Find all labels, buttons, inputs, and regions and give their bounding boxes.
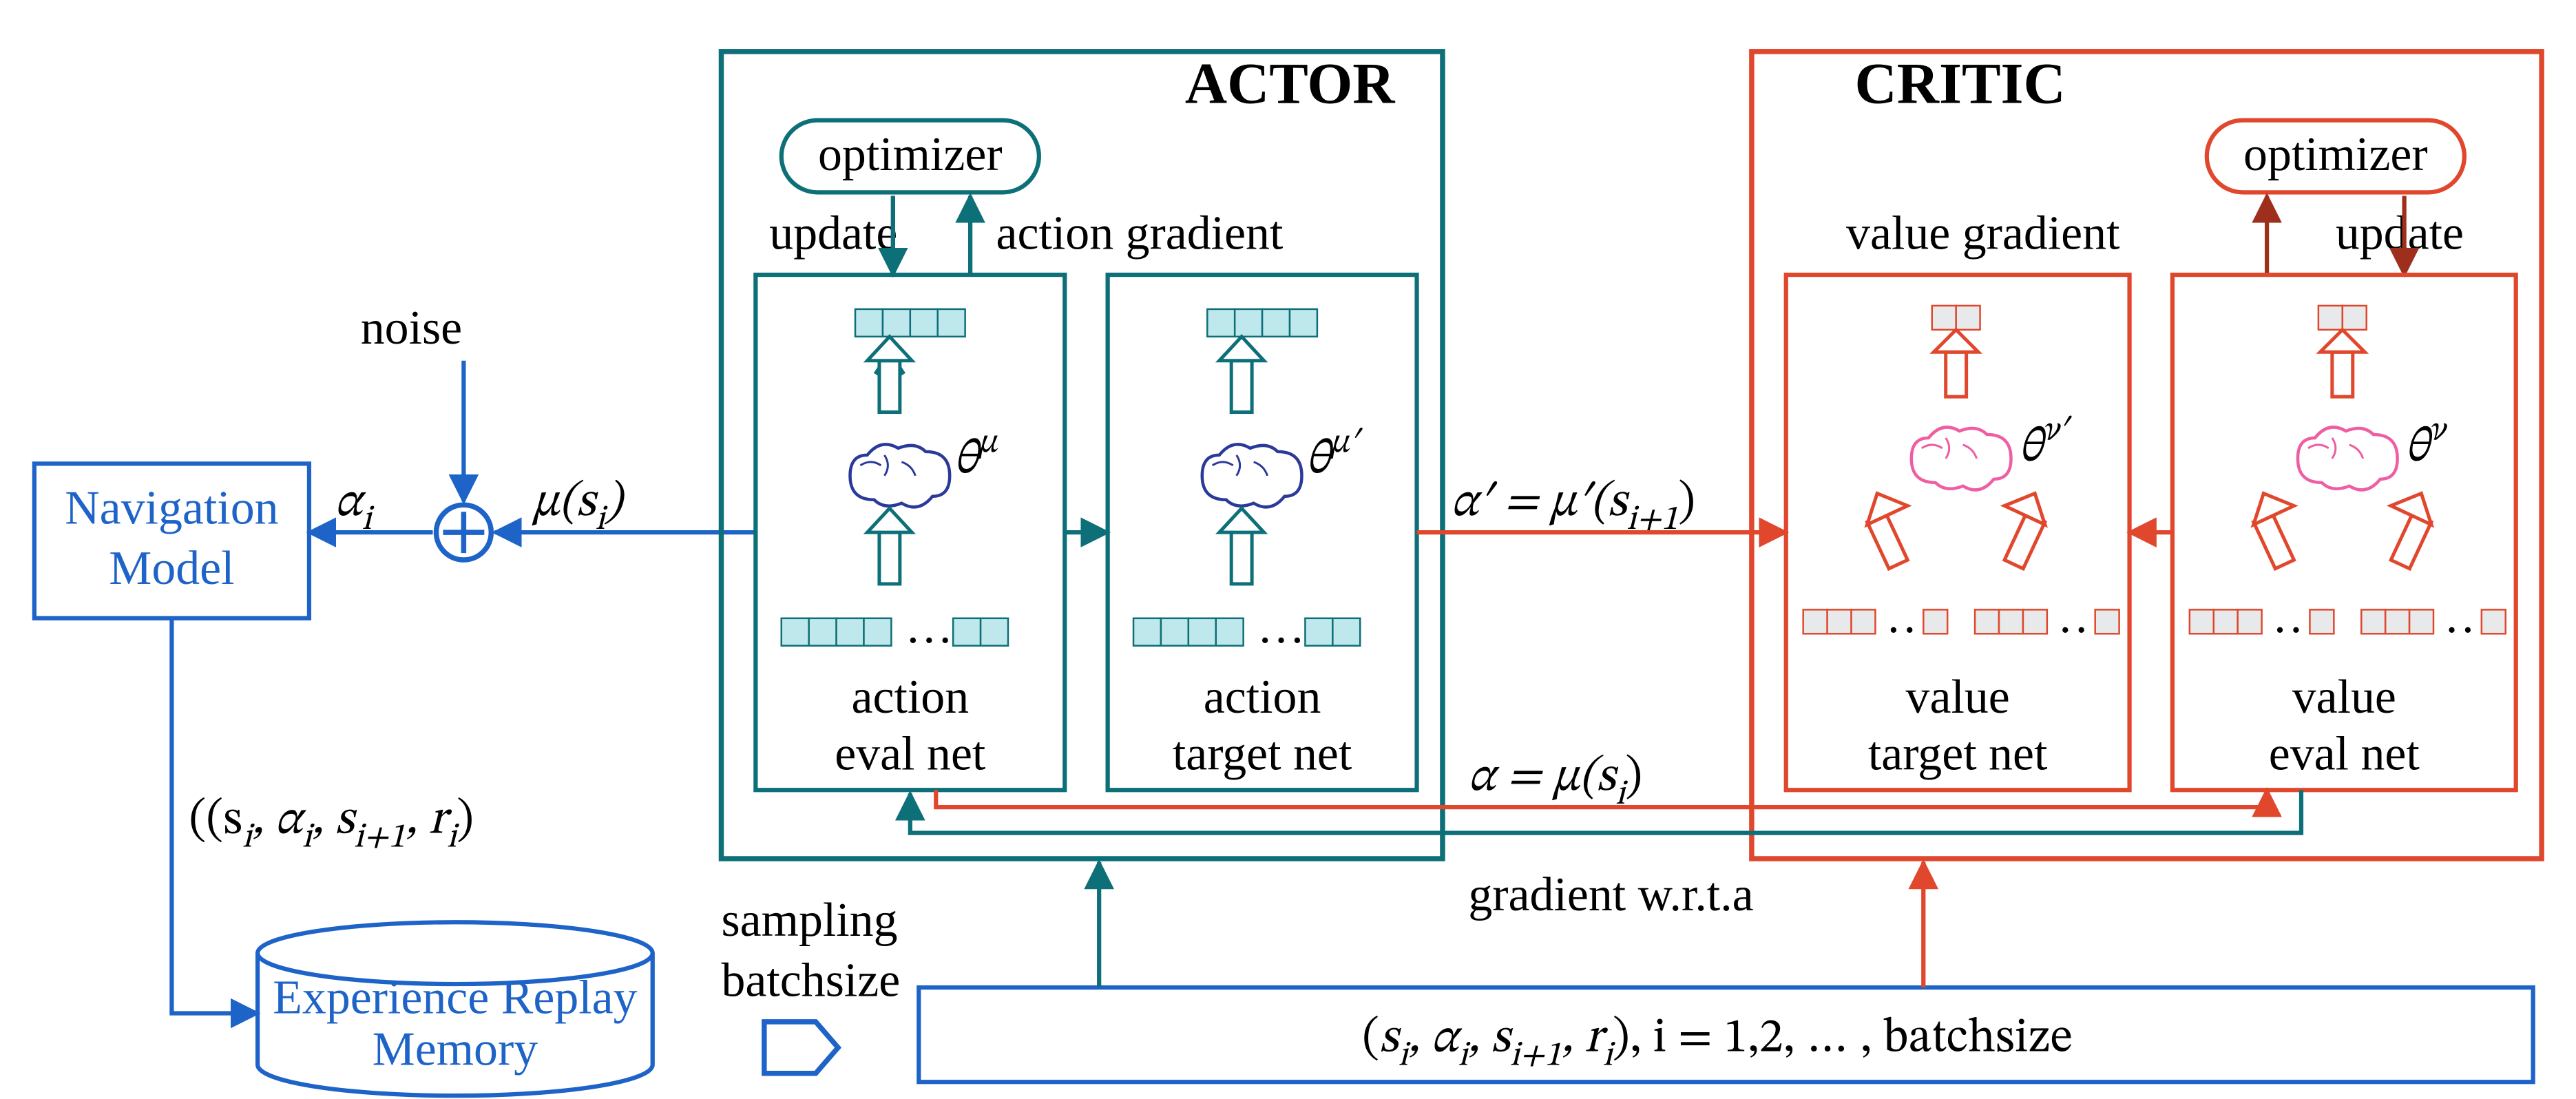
action-eval-net: θµ … action eval net	[755, 275, 1065, 790]
alpha-i-label: αi	[335, 479, 375, 537]
pentagon-icon	[764, 1022, 838, 1074]
nav-model-text1: Navigation	[65, 482, 278, 535]
noise-label: noise	[361, 302, 462, 355]
svg-text:θµ′: θµ′	[1305, 426, 1363, 484]
svg-text:target net: target net	[1173, 727, 1352, 780]
value-target-net: θν′ … … value target net	[1786, 275, 2130, 790]
action-gradient-text: action gradient	[996, 207, 1284, 260]
tuple-label: ((si, αi, si+1, ri)	[189, 797, 474, 855]
svg-text:value: value	[1906, 671, 2010, 724]
svg-text:Memory: Memory	[373, 1023, 538, 1076]
svg-text:eval net: eval net	[835, 727, 985, 780]
svg-text:value: value	[2292, 671, 2396, 724]
actor-title: ACTOR	[1185, 52, 1395, 116]
mu-si-label: µ(si)	[532, 479, 626, 537]
actor-update-text: update	[769, 207, 897, 260]
actor-optimizer-text: optimizer	[818, 128, 1003, 181]
alpha-eq-label: α = µ(si)	[1468, 753, 1642, 812]
svg-text:target net: target net	[1868, 727, 2047, 780]
action-target-net: θµ′ … action target net	[1108, 275, 1417, 790]
sampling-text1: sampling	[721, 894, 897, 947]
critic-optimizer-text: optimizer	[2243, 128, 2428, 181]
value-eval-net: θν … … value eval net	[2172, 275, 2516, 790]
alpha-prime-label: α′ = µ′(si+1)	[1451, 479, 1695, 537]
svg-text:θν: θν	[2405, 413, 2448, 472]
svg-text:eval net: eval net	[2269, 727, 2420, 780]
batch-text: (si, αi, si+1, ri), i = 1,2, … , batchsi…	[1362, 1014, 2073, 1073]
grad-wrt-a-label: gradient w.r.t.a	[1468, 868, 1753, 921]
critic-update-text: update	[2336, 207, 2464, 260]
critic-title: CRITIC	[1855, 52, 2066, 116]
svg-text:…: …	[905, 600, 953, 653]
svg-text:…: …	[1257, 600, 1306, 653]
svg-text:action: action	[1204, 671, 1321, 724]
replay-memory: Experience Replay Memory	[258, 922, 653, 1096]
svg-text:θν′: θν′	[2018, 413, 2071, 472]
value-gradient-text: value gradient	[1846, 207, 2119, 260]
svg-text:Experience Replay: Experience Replay	[273, 971, 637, 1024]
plus-node	[436, 505, 491, 560]
sampling-text2: batchsize	[721, 954, 900, 1007]
svg-text:θµ: θµ	[953, 426, 998, 484]
nav-model-text2: Model	[109, 542, 234, 595]
ddpg-diagram: noise αi µ(si) Navigation Model ((si, αi…	[0, 0, 2576, 1099]
svg-text:action: action	[852, 671, 970, 724]
